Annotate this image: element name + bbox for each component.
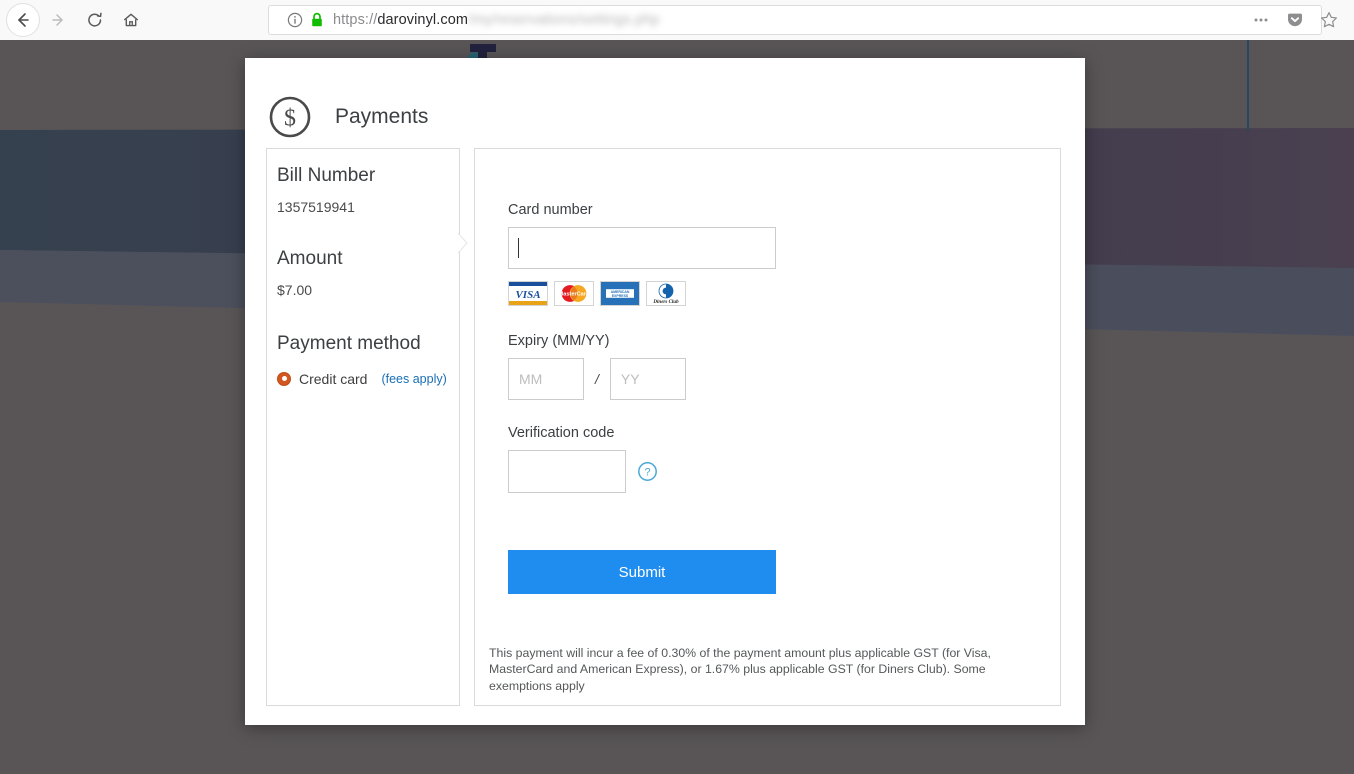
- visa-logo-icon: VISA: [508, 281, 548, 306]
- lock-icon[interactable]: [310, 12, 324, 28]
- reload-icon: [88, 12, 102, 27]
- card-number-label: Card number: [508, 202, 593, 218]
- dollar-circle-icon: $: [269, 96, 311, 137]
- svg-text:MasterCard: MasterCard: [559, 292, 590, 298]
- modal-header: $ Payments: [245, 58, 1085, 148]
- pocket-icon: [1288, 13, 1302, 27]
- svg-text:Diners Club: Diners Club: [652, 300, 679, 305]
- background-vertical-rule: [1247, 40, 1249, 130]
- browser-toolbar: https://darovinyl.com/my/reservations/se…: [0, 0, 1354, 40]
- bill-number-label: Bill Number: [277, 165, 376, 186]
- expiry-separator: /: [595, 371, 599, 387]
- american-express-logo-icon: AMERICAN EXPRESS: [600, 281, 640, 306]
- payment-method-option-credit-card[interactable]: Credit card (fees apply): [277, 371, 447, 387]
- expiry-year-input[interactable]: [609, 358, 686, 400]
- svg-text:EXPRESS: EXPRESS: [612, 294, 629, 298]
- bookmark-button[interactable]: [1318, 9, 1340, 31]
- payments-modal: $ Payments Bill Number 1357519941 Amount…: [245, 58, 1085, 725]
- back-arrow-icon: [18, 13, 29, 27]
- url-path-blurred: /my/reservations/settings.php: [468, 12, 660, 28]
- svg-text:?: ?: [644, 467, 650, 479]
- payment-method-label: Payment method: [277, 332, 421, 354]
- verification-code-row: ?: [508, 450, 1060, 493]
- modal-body: Bill Number 1357519941 Amount $7.00 Paym…: [245, 148, 1085, 706]
- info-icon[interactable]: [287, 12, 303, 28]
- bill-number-value: 1357519941: [277, 198, 355, 215]
- diners-club-logo-icon: Diners Club: [646, 281, 686, 306]
- amount-label: Amount: [277, 247, 343, 269]
- page-title: Payments: [335, 104, 429, 128]
- forward-button[interactable]: [42, 3, 76, 37]
- fee-disclaimer-text: This payment will incur a fee of 0.30% o…: [489, 645, 991, 693]
- home-icon: [124, 13, 138, 27]
- expiry-label: Expiry (MM/YY): [508, 333, 610, 349]
- home-button[interactable]: [114, 3, 148, 37]
- url-host: darovinyl.com: [377, 12, 469, 28]
- text-caret: [518, 238, 519, 258]
- menu-button[interactable]: [1250, 9, 1272, 31]
- verification-code-label: Verification code: [508, 425, 615, 441]
- card-number-input[interactable]: [508, 227, 776, 269]
- url-text: https://darovinyl.com/my/reservations/se…: [333, 12, 660, 28]
- forward-arrow-icon: [52, 14, 63, 26]
- browser-nav-buttons: [0, 3, 150, 37]
- fees-apply-link[interactable]: (fees apply): [381, 372, 446, 386]
- verification-code-block: Verification code ?: [508, 425, 1060, 493]
- card-form-panel: Card number VISA MasterCard AMERICAN EXP…: [474, 148, 1061, 706]
- url-scheme: https://: [333, 12, 378, 28]
- urlbar-identity-icons: [287, 12, 324, 28]
- pocket-button[interactable]: [1284, 9, 1306, 31]
- expiry-block: Expiry (MM/YY) /: [508, 333, 1060, 400]
- amount-value: $7.00: [277, 281, 313, 298]
- radio-credit-card[interactable]: [277, 371, 291, 386]
- panel-chevron-icon: [458, 232, 468, 254]
- submit-button[interactable]: Submit: [508, 550, 776, 594]
- url-bar[interactable]: https://darovinyl.com/my/reservations/se…: [268, 5, 1322, 35]
- bill-summary-panel: Bill Number 1357519941 Amount $7.00 Paym…: [266, 148, 468, 706]
- verification-code-input[interactable]: [508, 450, 626, 493]
- svg-text:VISA: VISA: [515, 289, 540, 301]
- expiry-month-input[interactable]: [508, 358, 584, 400]
- three-dots-icon: [1254, 18, 1268, 22]
- question-mark-circle-icon[interactable]: ?: [637, 461, 658, 482]
- star-icon: [1321, 12, 1337, 28]
- back-button[interactable]: [6, 3, 40, 37]
- payment-method-option-label: Credit card: [299, 370, 368, 387]
- accepted-card-logos: VISA MasterCard AMERICAN EXPRESS Diners …: [508, 281, 1060, 306]
- mastercard-logo-icon: MasterCard: [554, 281, 594, 306]
- browser-toolbar-right: [1250, 0, 1346, 40]
- card-number-input-wrapper: [508, 227, 776, 269]
- reload-button[interactable]: [78, 3, 112, 37]
- radio-dot: [281, 376, 287, 382]
- svg-text:$: $: [284, 105, 296, 131]
- expiry-row: /: [508, 358, 1060, 400]
